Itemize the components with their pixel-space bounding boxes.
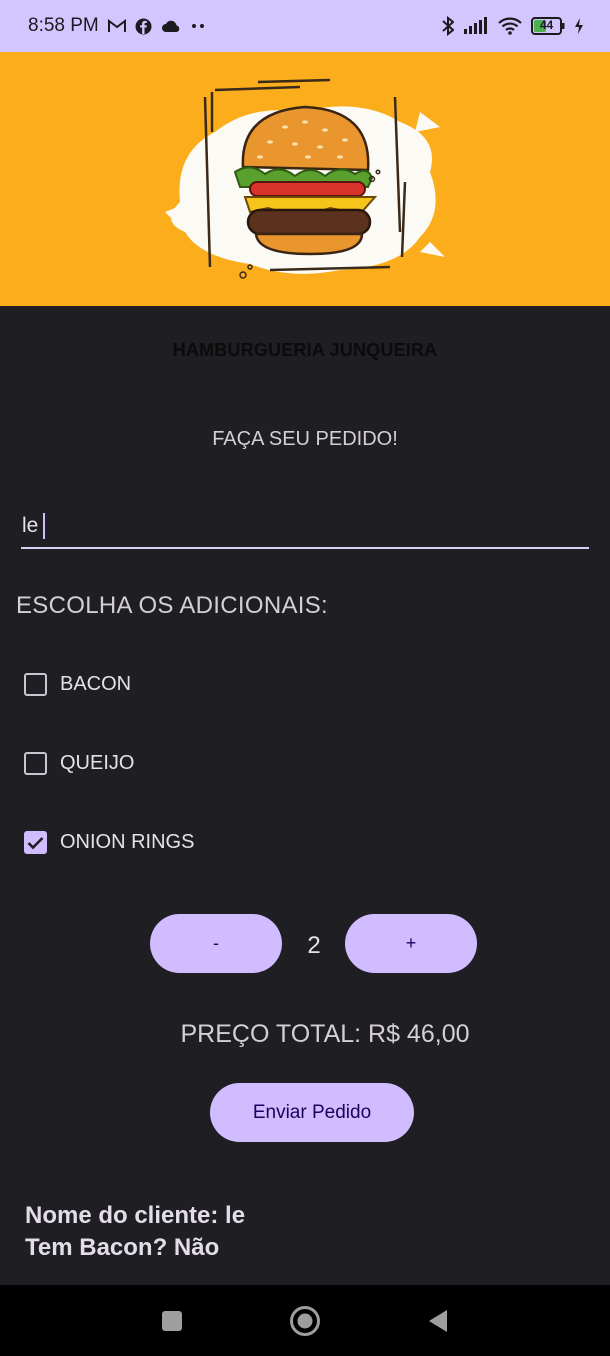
addon-bacon-checkbox[interactable]: BACON	[24, 673, 131, 696]
checkbox-checked-icon[interactable]	[24, 831, 47, 854]
checkbox-unchecked-icon[interactable]	[24, 752, 47, 775]
order-subtitle: FAÇA SEU PEDIDO!	[212, 428, 398, 450]
quantity-value: 2	[307, 932, 321, 959]
summary-bacon: Tem Bacon? Não	[25, 1234, 220, 1261]
addon-label: QUEIJO	[60, 752, 135, 774]
status-bar-left: 8:58 PM	[28, 15, 206, 37]
summary-customer-name: Nome do cliente: le	[25, 1202, 246, 1229]
charging-icon	[574, 18, 584, 34]
addon-label: ONION RINGS	[60, 831, 195, 853]
addon-onion-rings-checkbox[interactable]: ONION RINGS	[24, 831, 194, 854]
addon-label: BACON	[60, 673, 132, 695]
increment-button[interactable]: +	[345, 914, 477, 973]
page-title: HAMBURGUERIA JUNQUEIRA	[172, 340, 438, 360]
back-triangle-icon	[429, 1309, 447, 1332]
recents-button[interactable]	[132, 1285, 212, 1356]
status-bar: 8:58 PM 44	[0, 0, 610, 52]
status-bar-right: 44	[442, 16, 584, 36]
header-banner	[0, 52, 610, 306]
home-circle-icon	[290, 1305, 320, 1336]
battery-icon: 44	[531, 17, 565, 35]
battery-level: 44	[539, 18, 554, 32]
back-button[interactable]	[398, 1285, 478, 1356]
cloud-icon	[161, 20, 181, 33]
recents-square-icon	[162, 1310, 182, 1331]
customer-name-input[interactable]: le	[21, 505, 589, 549]
customer-name-value: le	[22, 514, 39, 537]
system-nav-bar	[0, 1285, 610, 1356]
total-price: PREÇO TOTAL: R$ 46,00	[180, 1020, 470, 1048]
order-summary: Nome do cliente: le Tem Bacon? Não	[25, 1200, 245, 1264]
text-cursor	[43, 513, 46, 539]
signal-icon	[463, 17, 489, 35]
checkbox-unchecked-icon[interactable]	[24, 673, 47, 696]
burger-illustration	[165, 78, 445, 279]
submit-order-button[interactable]: Enviar Pedido	[210, 1083, 414, 1142]
gmail-icon	[107, 19, 126, 33]
facebook-icon	[135, 18, 152, 35]
bluetooth-icon	[442, 16, 454, 36]
addons-label: ESCOLHA OS ADICIONAIS:	[16, 592, 329, 619]
status-time: 8:58 PM	[28, 15, 99, 36]
home-button[interactable]	[265, 1285, 345, 1356]
addon-queijo-checkbox[interactable]: QUEIJO	[24, 752, 134, 775]
wifi-icon	[498, 17, 522, 35]
decrement-button[interactable]: -	[150, 914, 282, 973]
more-dots-icon	[190, 23, 206, 29]
